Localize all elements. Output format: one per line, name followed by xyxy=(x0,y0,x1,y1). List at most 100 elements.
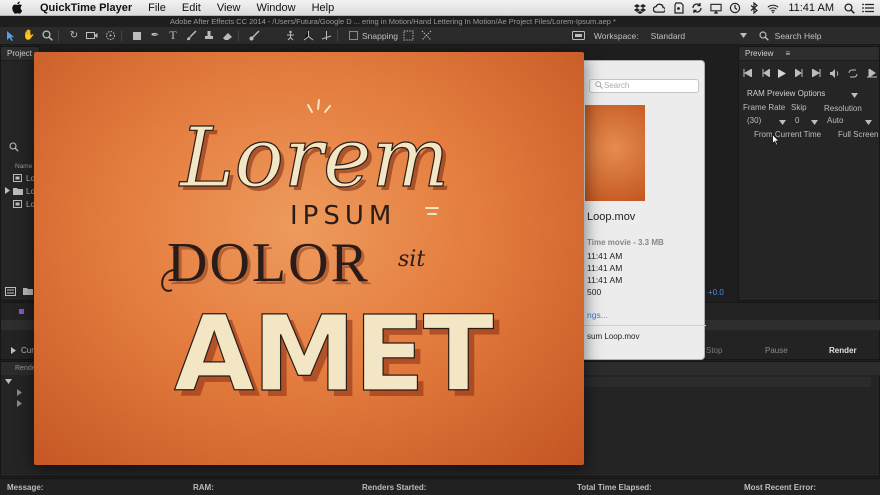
render-button[interactable]: Render xyxy=(829,346,857,355)
brush-tool-icon[interactable] xyxy=(184,29,198,43)
finder-search-input[interactable]: Search xyxy=(589,79,699,93)
preview-tab[interactable]: Preview xyxy=(745,49,773,58)
search-help-icon[interactable] xyxy=(757,29,771,43)
composition-icon xyxy=(13,200,22,210)
created-time: 11:41 AM xyxy=(587,251,623,261)
workspace-select[interactable]: Standard xyxy=(651,31,733,41)
more-info-link[interactable]: ngs... xyxy=(587,310,608,320)
airplay-icon[interactable] xyxy=(710,2,722,14)
ram-preview-icon[interactable] xyxy=(866,67,877,80)
frame-rate-select[interactable]: (30) xyxy=(747,116,761,125)
chevron-down-icon[interactable] xyxy=(779,118,786,127)
axis-icon[interactable] xyxy=(301,29,315,43)
menu-help[interactable]: Help xyxy=(304,0,343,16)
next-frame-icon[interactable] xyxy=(794,68,804,79)
previous-frame-icon[interactable] xyxy=(761,68,771,79)
notification-list-icon[interactable] xyxy=(862,2,874,14)
frame-rate-label: Frame Rate xyxy=(743,103,786,112)
menu-clock[interactable]: 11:41 AM xyxy=(788,2,834,14)
toolbar-divider xyxy=(121,29,122,42)
dropbox-icon[interactable] xyxy=(634,2,647,14)
roto-brush-tool-icon[interactable] xyxy=(247,29,261,43)
project-search-icon[interactable] xyxy=(9,142,19,154)
hand-tool-icon[interactable]: ✋ xyxy=(22,29,36,43)
chevron-down-icon[interactable] xyxy=(851,91,858,100)
ae-toolbar: ✋ ↻ ✒ T Snapping Workspace: Standard Sea… xyxy=(0,27,880,45)
menu-window[interactable]: Window xyxy=(248,0,303,16)
bluetooth-icon[interactable] xyxy=(748,2,760,14)
new-folder-icon[interactable] xyxy=(23,287,33,297)
disclosure-triangle-icon[interactable] xyxy=(5,187,10,196)
disclosure-triangle-icon[interactable] xyxy=(17,389,22,398)
resolution-select[interactable]: Auto xyxy=(827,116,843,125)
disclosure-triangle-icon[interactable] xyxy=(17,400,22,409)
wifi-icon[interactable] xyxy=(767,2,779,14)
movie-thumbnail xyxy=(585,105,645,201)
mouse-cursor-icon xyxy=(772,133,780,148)
full-screen-checkbox[interactable]: Full Screen xyxy=(838,130,878,139)
clone-stamp-tool-icon[interactable] xyxy=(202,29,216,43)
file-kind-size: Time movie - 3.3 MB xyxy=(587,238,664,247)
snap-feature-icon[interactable] xyxy=(402,29,416,43)
workspace-menu-icon[interactable] xyxy=(572,29,586,43)
puppet-tool-icon[interactable] xyxy=(283,29,297,43)
project-name-header[interactable]: Name xyxy=(15,163,32,170)
app-menu[interactable]: QuickTime Player xyxy=(38,0,140,16)
macos-menu-bar: QuickTime Player File Edit View Window H… xyxy=(0,0,880,16)
stop-button[interactable]: Stop xyxy=(706,346,722,355)
eraser-tool-icon[interactable] xyxy=(220,29,234,43)
skip-select[interactable]: 0 xyxy=(795,116,799,125)
play-icon[interactable] xyxy=(778,68,787,80)
last-opened-time: 11:41 AM xyxy=(587,275,623,285)
type-tool-icon[interactable]: T xyxy=(166,28,180,43)
creative-cloud-icon[interactable] xyxy=(653,2,666,14)
skip-label: Skip xyxy=(791,103,807,112)
menu-file[interactable]: File xyxy=(140,0,174,16)
time-machine-icon[interactable] xyxy=(729,2,741,14)
ram-preview-options[interactable]: RAM Preview Options xyxy=(747,89,825,98)
disclosure-triangle-icon[interactable] xyxy=(11,347,16,356)
project-tab[interactable]: Project xyxy=(7,49,32,58)
message-label: Message: xyxy=(7,482,44,492)
zoom-tool-icon[interactable] xyxy=(40,29,54,43)
timecode-offset: +0.0 xyxy=(708,288,724,297)
world-axis-icon[interactable] xyxy=(319,29,333,43)
snapping-checkbox[interactable] xyxy=(346,29,360,43)
search-icon xyxy=(595,81,603,93)
interpret-footage-icon[interactable] xyxy=(5,287,16,298)
total-time-label: Total Time Elapsed: xyxy=(577,482,652,492)
chevron-down-icon[interactable] xyxy=(811,118,818,127)
rectangle-tool-icon[interactable] xyxy=(130,29,144,43)
audio-icon[interactable] xyxy=(829,68,840,80)
menu-edit[interactable]: Edit xyxy=(174,0,209,16)
pen-tool-icon[interactable]: ✒ xyxy=(148,29,162,43)
last-frame-icon[interactable] xyxy=(811,68,821,79)
camera-tool-icon[interactable] xyxy=(85,29,99,43)
disclosure-triangle-icon[interactable] xyxy=(5,377,12,386)
ae-window-title: Adobe After Effects CC 2014 - /Users/Fut… xyxy=(170,17,616,26)
chevron-down-icon[interactable] xyxy=(865,118,872,127)
pan-behind-tool-icon[interactable] xyxy=(103,29,117,43)
loop-icon[interactable] xyxy=(848,69,858,80)
panel-menu-icon[interactable]: ≡ xyxy=(785,49,790,58)
first-frame-icon[interactable] xyxy=(743,68,753,79)
evernote-icon[interactable] xyxy=(672,2,684,14)
sync-icon[interactable] xyxy=(691,2,703,14)
toolbar-divider xyxy=(238,29,239,42)
from-current-time-checkbox[interactable]: From Current Time xyxy=(754,130,821,139)
file-name: Loop.mov xyxy=(587,211,636,223)
purple-marker xyxy=(19,309,24,314)
selection-tool-icon[interactable] xyxy=(4,29,18,43)
menu-view[interactable]: View xyxy=(209,0,249,16)
chevron-down-icon[interactable] xyxy=(737,29,751,43)
quicktime-video-window[interactable]: Lorem Lorem IPSUM DOLOR DOLOR sit AMET A… xyxy=(34,52,584,465)
apple-menu-icon[interactable] xyxy=(12,1,26,15)
rotation-tool-icon[interactable]: ↻ xyxy=(67,29,81,43)
modified-time: 11:41 AM xyxy=(587,263,623,273)
composition-icon xyxy=(13,174,22,184)
snap-edge-icon[interactable] xyxy=(420,29,434,43)
pause-button[interactable]: Pause xyxy=(765,346,788,355)
search-help-input[interactable]: Search Help xyxy=(775,31,822,41)
dolor-text: DOLOR xyxy=(167,232,370,294)
spotlight-search-icon[interactable] xyxy=(843,2,855,14)
